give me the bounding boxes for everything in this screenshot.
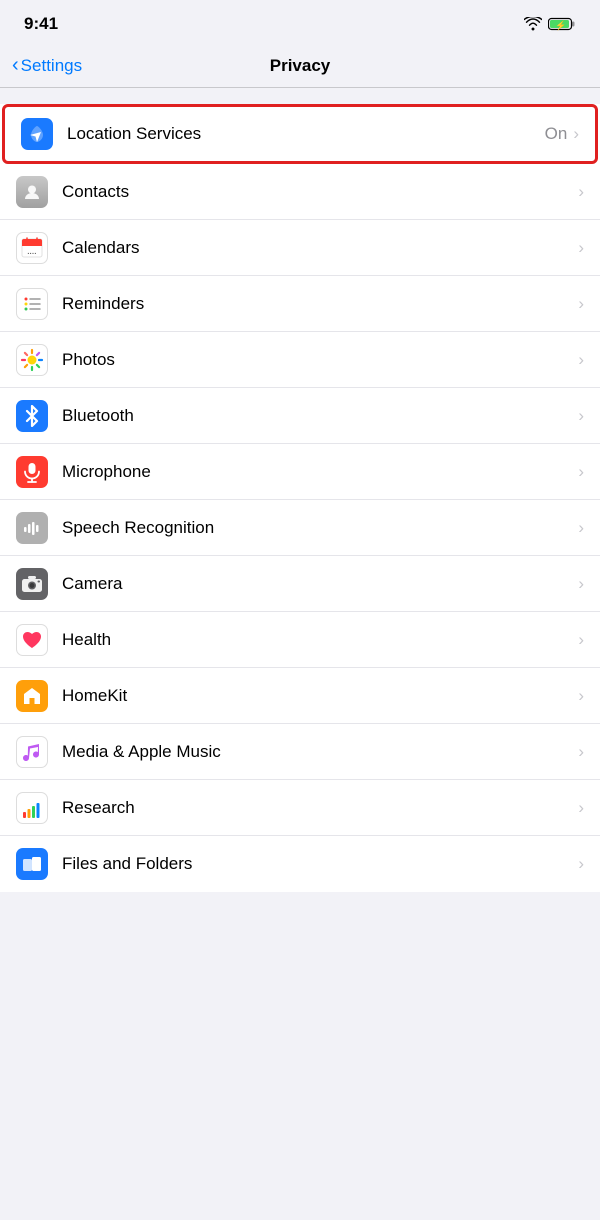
item-label-health: Health [62, 630, 578, 650]
item-value-location-services: On [545, 124, 568, 144]
chevron-icon: › [578, 742, 584, 762]
back-button[interactable]: ‹ Settings [12, 54, 82, 77]
list-item-media-music[interactable]: Media & Apple Music › [0, 724, 600, 780]
item-label-speech-recognition: Speech Recognition [62, 518, 578, 538]
status-time: 9:41 [24, 14, 58, 34]
chevron-icon: › [578, 406, 584, 426]
list-item-contacts[interactable]: Contacts › [0, 164, 600, 220]
battery-icon: ⚡ [548, 17, 576, 31]
chevron-icon: › [578, 350, 584, 370]
item-label-media-music: Media & Apple Music [62, 742, 578, 762]
item-label-location-services: Location Services [67, 124, 545, 144]
wifi-icon [524, 17, 542, 31]
chevron-icon: › [578, 630, 584, 650]
chevron-icon: › [578, 518, 584, 538]
list-item-files-folders[interactable]: Files and Folders › [0, 836, 600, 892]
list-item-reminders[interactable]: Reminders › [0, 276, 600, 332]
item-label-camera: Camera [62, 574, 578, 594]
list-item-research[interactable]: Research › [0, 780, 600, 836]
item-label-homekit: HomeKit [62, 686, 578, 706]
list-item-calendars[interactable]: ···· Calendars › [0, 220, 600, 276]
chevron-icon: › [573, 124, 579, 144]
list-item-location-services[interactable]: Location Services On › [2, 104, 598, 164]
chevron-icon: › [578, 462, 584, 482]
svg-text:····: ···· [27, 251, 36, 258]
chevron-icon: › [578, 574, 584, 594]
chevron-icon: › [578, 294, 584, 314]
nav-bar: ‹ Settings Privacy [0, 44, 600, 88]
list-item-camera[interactable]: Camera › [0, 556, 600, 612]
item-label-reminders: Reminders [62, 294, 578, 314]
back-chevron-icon: ‹ [12, 54, 19, 77]
list-item-microphone[interactable]: Microphone › [0, 444, 600, 500]
list-item-speech-recognition[interactable]: Speech Recognition › [0, 500, 600, 556]
status-icons: ⚡ [524, 17, 576, 31]
item-label-bluetooth: Bluetooth [62, 406, 578, 426]
item-label-contacts: Contacts [62, 182, 578, 202]
back-label: Settings [21, 56, 82, 76]
item-label-research: Research [62, 798, 578, 818]
chevron-icon: › [578, 854, 584, 874]
item-label-calendars: Calendars [62, 238, 578, 258]
privacy-list: Location Services On › Contacts › ··· [0, 104, 600, 892]
chevron-icon: › [578, 182, 584, 202]
svg-text:⚡: ⚡ [555, 20, 566, 32]
item-label-microphone: Microphone [62, 462, 578, 482]
chevron-icon: › [578, 238, 584, 258]
chevron-icon: › [578, 686, 584, 706]
page-title: Privacy [270, 56, 331, 76]
item-label-files-folders: Files and Folders [62, 854, 578, 874]
status-bar: 9:41 ⚡ [0, 0, 600, 44]
chevron-icon: › [578, 798, 584, 818]
item-label-photos: Photos [62, 350, 578, 370]
list-item-health[interactable]: Health › [0, 612, 600, 668]
list-item-homekit[interactable]: HomeKit › [0, 668, 600, 724]
list-item-photos[interactable]: Photos › [0, 332, 600, 388]
list-item-bluetooth[interactable]: Bluetooth › [0, 388, 600, 444]
